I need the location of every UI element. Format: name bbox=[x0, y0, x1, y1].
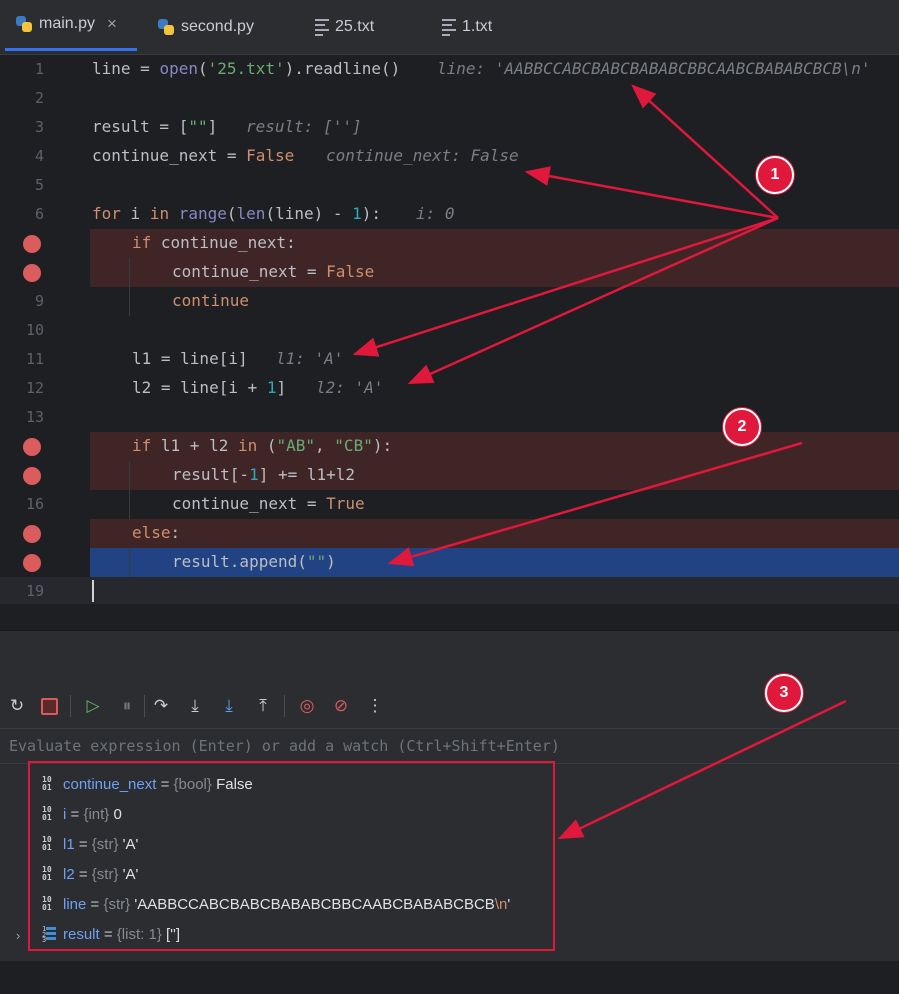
evaluate-expression-input[interactable]: Evaluate expression (Enter) or add a wat… bbox=[0, 728, 899, 764]
tab-label: 25.txt bbox=[335, 18, 375, 35]
code-text: for i in range(len(line) - 1): bbox=[92, 204, 382, 223]
code-line: 10 bbox=[0, 316, 899, 345]
code-line: 13 bbox=[0, 403, 899, 432]
code-text: result.append("") bbox=[172, 552, 336, 571]
panel-gap bbox=[0, 604, 899, 630]
code-line: 16 continue_next = True bbox=[0, 490, 899, 519]
step-out-icon[interactable]: ⤒ bbox=[252, 695, 274, 717]
breakpoint-icon[interactable] bbox=[23, 438, 41, 456]
expand-chevron-icon[interactable]: › bbox=[16, 928, 20, 943]
code-line: 2 bbox=[0, 84, 899, 113]
view-breakpoints-icon[interactable]: ◎ bbox=[296, 695, 318, 717]
line-number: 16 bbox=[25, 495, 44, 513]
python-file-icon bbox=[15, 15, 33, 33]
inline-value-hint: l1: 'A' bbox=[276, 349, 344, 368]
text-caret bbox=[92, 580, 94, 602]
code-line: 9 continue bbox=[0, 287, 899, 316]
close-icon[interactable]: × bbox=[107, 14, 117, 34]
breakpoint-icon[interactable] bbox=[23, 554, 41, 572]
code-line-breakpoint: continue_next = False bbox=[0, 258, 899, 287]
annotation-badge-2: 2 bbox=[723, 408, 761, 446]
code-line: 1 line = open('25.txt').readline() line:… bbox=[0, 55, 899, 84]
stop-icon[interactable] bbox=[38, 695, 60, 717]
line-number: 1 bbox=[34, 60, 44, 78]
annotation-highlight-box bbox=[28, 761, 555, 951]
code-text: result[-1] += l1+l2 bbox=[172, 465, 356, 484]
text-file-icon bbox=[315, 16, 329, 39]
tab-second-py[interactable]: second.py bbox=[157, 0, 254, 54]
code-text: if l1 + l2 in ("AB", "CB"): bbox=[132, 436, 393, 455]
tab-label: second.py bbox=[181, 18, 254, 35]
inline-value-hint: l2: 'A' bbox=[316, 378, 384, 397]
step-into-my-code-icon[interactable]: ⤓ bbox=[218, 695, 240, 717]
code-text: l2 = line[i + 1] bbox=[132, 378, 287, 397]
editor-tab-bar: main.py × second.py 25.txt 1.txt bbox=[0, 0, 899, 55]
tab-main-py[interactable]: main.py × bbox=[5, 0, 137, 51]
code-line-breakpoint: else: bbox=[0, 519, 899, 548]
pause-icon[interactable]: ⏸ bbox=[116, 695, 138, 717]
rerun-debug-icon[interactable]: ↻ bbox=[6, 695, 28, 717]
line-number: 2 bbox=[34, 89, 44, 107]
code-text: l1 = line[i] bbox=[132, 349, 248, 368]
code-line: 12 l2 = line[i + 1] l2: 'A' bbox=[0, 374, 899, 403]
code-line: 3 result = [""] result: [''] bbox=[0, 113, 899, 142]
text-file-icon bbox=[442, 16, 456, 39]
debug-toolbar: ↻ ▷ ⏸ ↷ ⤓ ⤓ ⤒ ◎ ⊘ ⋮ bbox=[0, 683, 899, 727]
code-text: continue bbox=[172, 291, 250, 310]
inline-value-hint: i: 0 bbox=[416, 204, 455, 223]
line-number: 5 bbox=[34, 176, 44, 194]
code-text: if continue_next: bbox=[132, 233, 296, 252]
line-number: 13 bbox=[25, 408, 44, 426]
mute-breakpoints-icon[interactable]: ⊘ bbox=[330, 695, 352, 717]
breakpoint-icon[interactable] bbox=[23, 525, 41, 543]
code-line: 19 bbox=[0, 577, 899, 606]
tab-1-txt[interactable]: 1.txt bbox=[442, 0, 492, 54]
annotation-badge-1: 1 bbox=[756, 156, 794, 194]
code-text: continue_next = True bbox=[172, 494, 365, 513]
tab-label: main.py bbox=[39, 15, 96, 32]
code-text: line = open('25.txt').readline() bbox=[92, 59, 401, 78]
code-text: result = [""] bbox=[92, 117, 218, 136]
inline-value-hint: result: [''] bbox=[246, 117, 362, 136]
annotation-badge-3: 3 bbox=[765, 674, 803, 712]
code-line-current: result.append("") bbox=[0, 548, 899, 577]
inline-value-hint: continue_next: False bbox=[326, 146, 519, 165]
code-text: continue_next = False bbox=[92, 146, 295, 165]
line-number: 3 bbox=[34, 118, 44, 136]
evaluate-placeholder: Evaluate expression (Enter) or add a wat… bbox=[9, 737, 560, 755]
code-line-breakpoint: result[-1] += l1+l2 bbox=[0, 461, 899, 490]
code-line: 6 for i in range(len(line) - 1): i: 0 bbox=[0, 200, 899, 229]
python-file-icon bbox=[157, 18, 175, 36]
line-number: 19 bbox=[25, 582, 44, 600]
inline-value-hint: line: 'AABBCCABCBABCBABABCBBCAABCBABABCB… bbox=[437, 59, 871, 78]
more-options-icon[interactable]: ⋮ bbox=[364, 695, 386, 717]
line-number: 6 bbox=[34, 205, 44, 223]
line-number: 4 bbox=[34, 147, 44, 165]
code-text: continue_next = False bbox=[172, 262, 375, 281]
tab-25-txt[interactable]: 25.txt bbox=[315, 0, 374, 54]
line-number: 10 bbox=[25, 321, 44, 339]
breakpoint-icon[interactable] bbox=[23, 264, 41, 282]
line-number: 11 bbox=[25, 350, 44, 368]
code-editor[interactable]: 1 line = open('25.txt').readline() line:… bbox=[0, 55, 899, 606]
breakpoint-icon[interactable] bbox=[23, 467, 41, 485]
line-number: 12 bbox=[25, 379, 44, 397]
breakpoint-icon[interactable] bbox=[23, 235, 41, 253]
code-line: 11 l1 = line[i] l1: 'A' bbox=[0, 345, 899, 374]
code-text: else: bbox=[132, 523, 181, 542]
step-into-icon[interactable]: ⤓ bbox=[184, 695, 206, 717]
line-number: 9 bbox=[34, 292, 44, 310]
resume-icon[interactable]: ▷ bbox=[82, 695, 104, 717]
step-over-icon[interactable]: ↷ bbox=[150, 695, 172, 717]
tab-label: 1.txt bbox=[462, 18, 493, 35]
code-line-breakpoint: if continue_next: bbox=[0, 229, 899, 258]
code-line-breakpoint: if l1 + l2 in ("AB", "CB"): bbox=[0, 432, 899, 461]
